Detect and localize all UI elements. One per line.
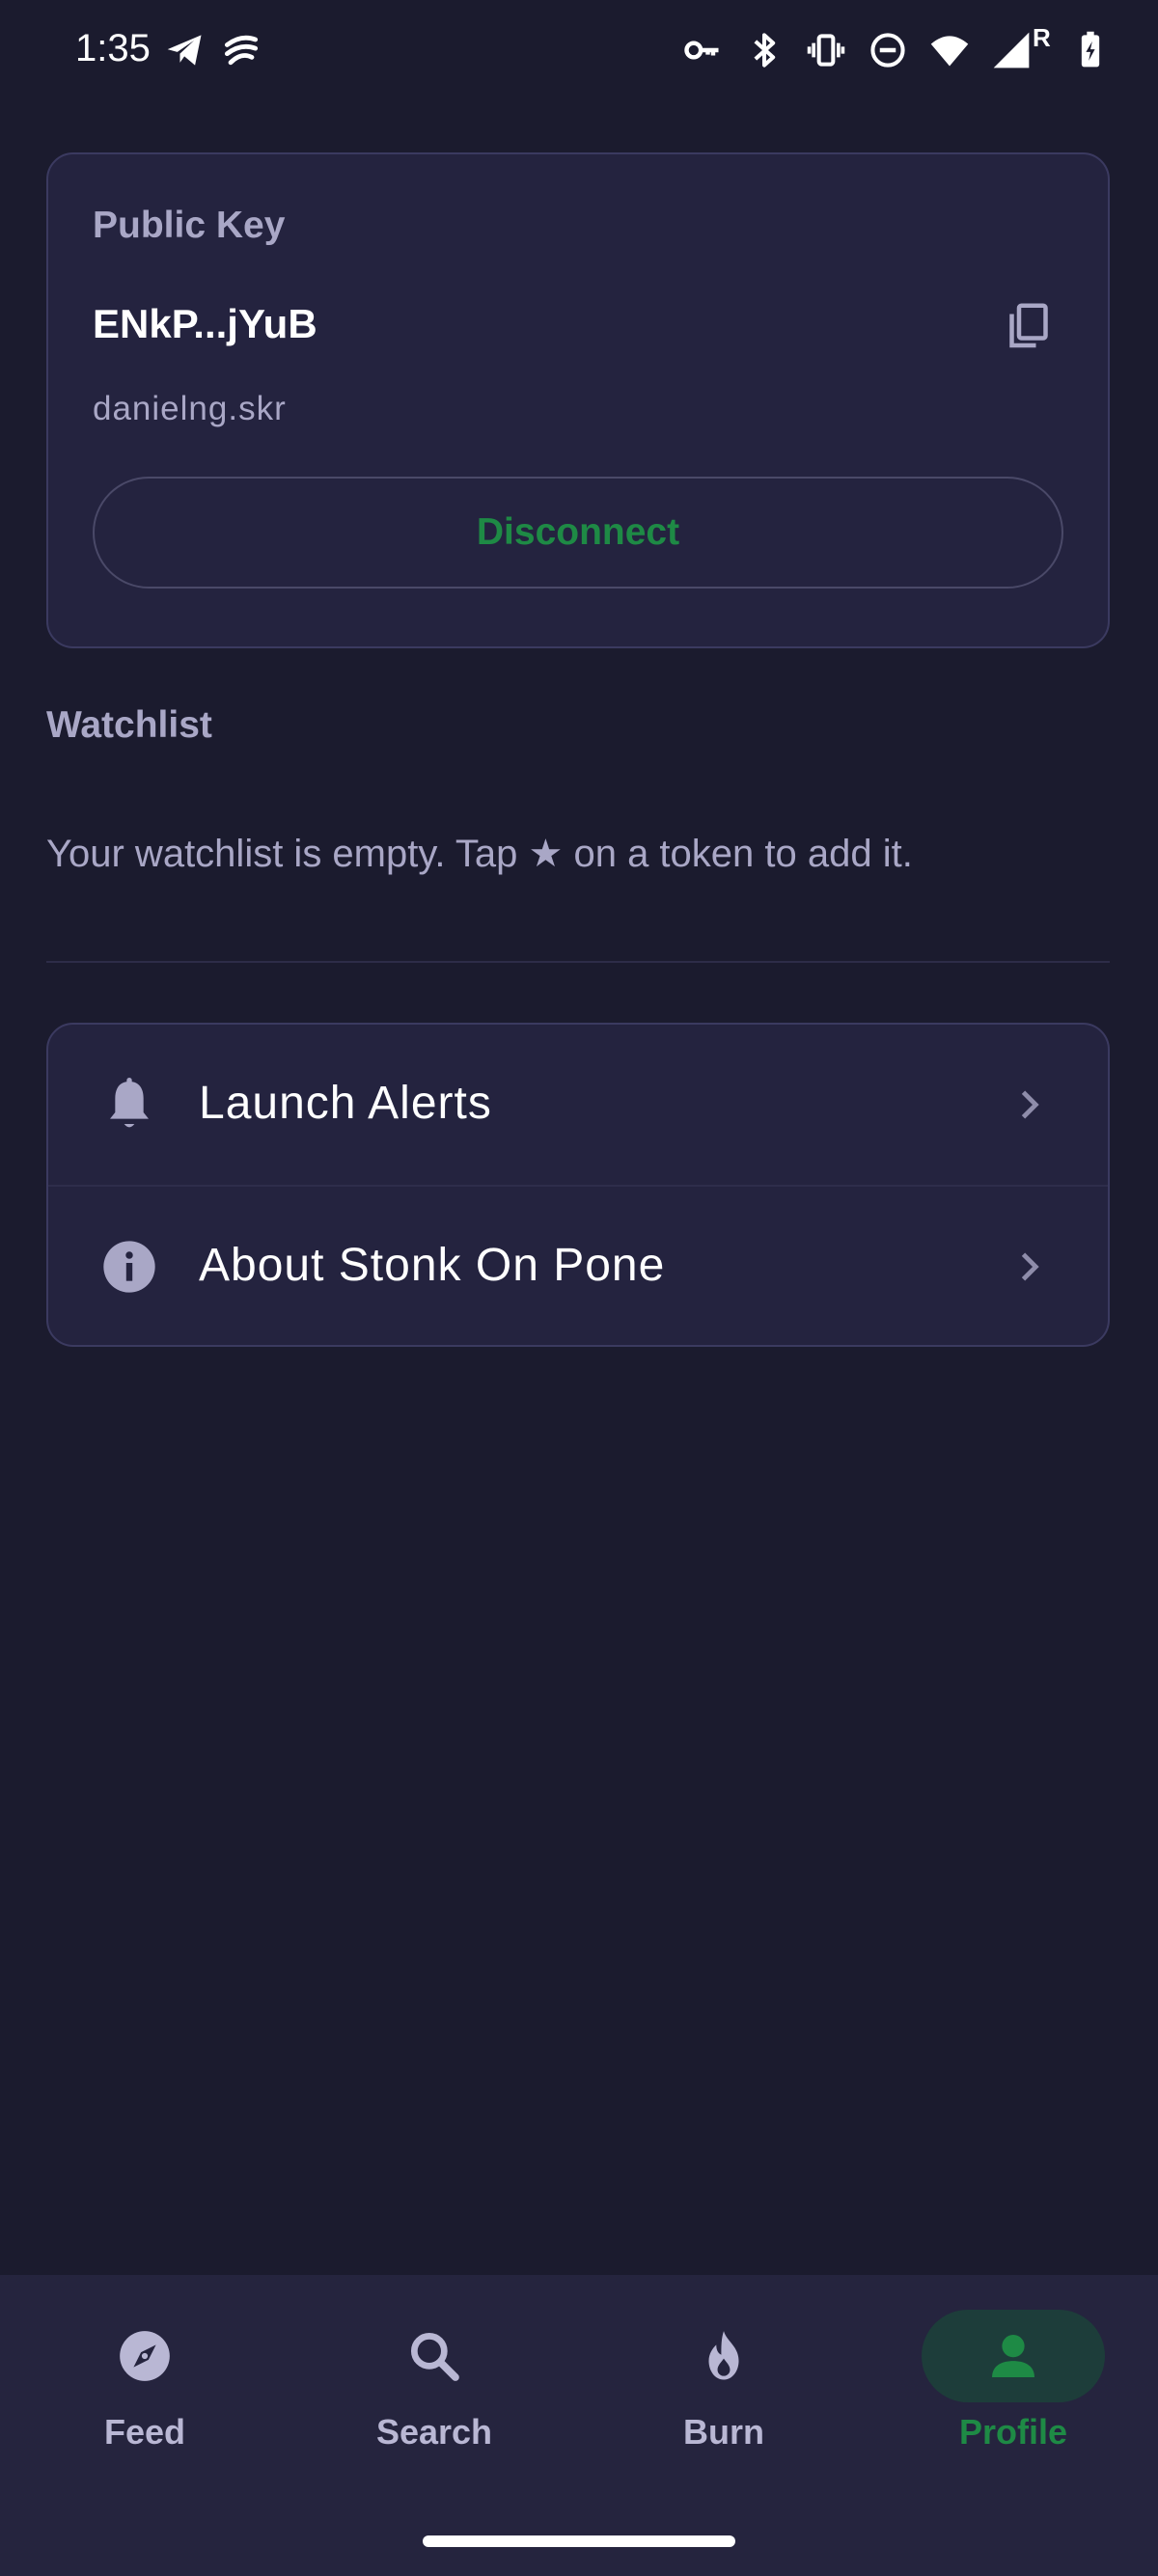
wallet-domain: danielng.skr [93,390,287,427]
vpn-key-icon [684,41,719,60]
watchlist-empty-message: Your watchlist is empty. Tap ★ on a toke… [46,833,913,875]
wallet-card: Public Key ENkP...jYuB danielng.skr Disc… [46,152,1110,648]
bottom-navigation: Feed Search Burn Profile [0,2275,1158,2576]
status-time: 1:35 [75,27,151,69]
roaming-letter: R [1033,23,1051,52]
home-indicator[interactable] [423,2535,735,2547]
nav-label: Profile [958,2412,1068,2452]
status-bar: 1:35 R [0,0,1158,106]
nav-icon-container [343,2310,526,2402]
disconnect-button[interactable]: Disconnect [93,477,1063,589]
menu-item-about[interactable]: About Stonk On Pone [48,1187,1108,1345]
nav-item-profile[interactable]: Profile [868,2275,1158,2507]
bell-icon [110,1078,149,1128]
menu-item-launch-alerts[interactable]: Launch Alerts [48,1025,1108,1187]
nav-item-burn[interactable]: Burn [579,2275,868,2507]
nav-label: Search [375,2412,493,2452]
watchlist-title: Watchlist [46,704,212,746]
telegram-icon [167,35,202,66]
public-key-label: Public Key [93,205,286,246]
nav-label: Feed [103,2412,186,2452]
nav-item-feed[interactable]: Feed [0,2275,290,2507]
status-left-icons [164,29,262,71]
menu-card: Launch Alerts About Stonk On Pone [46,1023,1110,1347]
app-notification-icon [224,35,259,66]
nav-icon-container [632,2310,815,2402]
nav-icon-container [53,2310,236,2402]
public-key-value: ENkP...jYuB [93,301,317,346]
nav-label: Burn [683,2412,764,2452]
info-icon [103,1241,155,1293]
flame-icon [708,2331,739,2380]
do-not-disturb-icon [870,33,905,68]
person-icon [992,2335,1034,2377]
chevron-right-icon [1021,1252,1039,1281]
divider [46,961,1110,963]
vibrate-icon [807,34,845,67]
chevron-right-icon [1021,1090,1039,1119]
nav-item-search[interactable]: Search [290,2275,579,2507]
compass-icon [120,2331,170,2381]
status-right-icons: R [681,23,1112,71]
signal-roaming-icon: R [990,23,1051,71]
menu-item-label: Launch Alerts [199,1078,492,1129]
nav-icon-container [922,2310,1105,2402]
search-icon [410,2332,459,2381]
menu-item-label: About Stonk On Pone [199,1240,666,1291]
battery-charging-icon [1081,31,1100,68]
bluetooth-icon [754,33,776,68]
wifi-icon [930,36,969,67]
copy-icon[interactable] [1000,297,1058,355]
